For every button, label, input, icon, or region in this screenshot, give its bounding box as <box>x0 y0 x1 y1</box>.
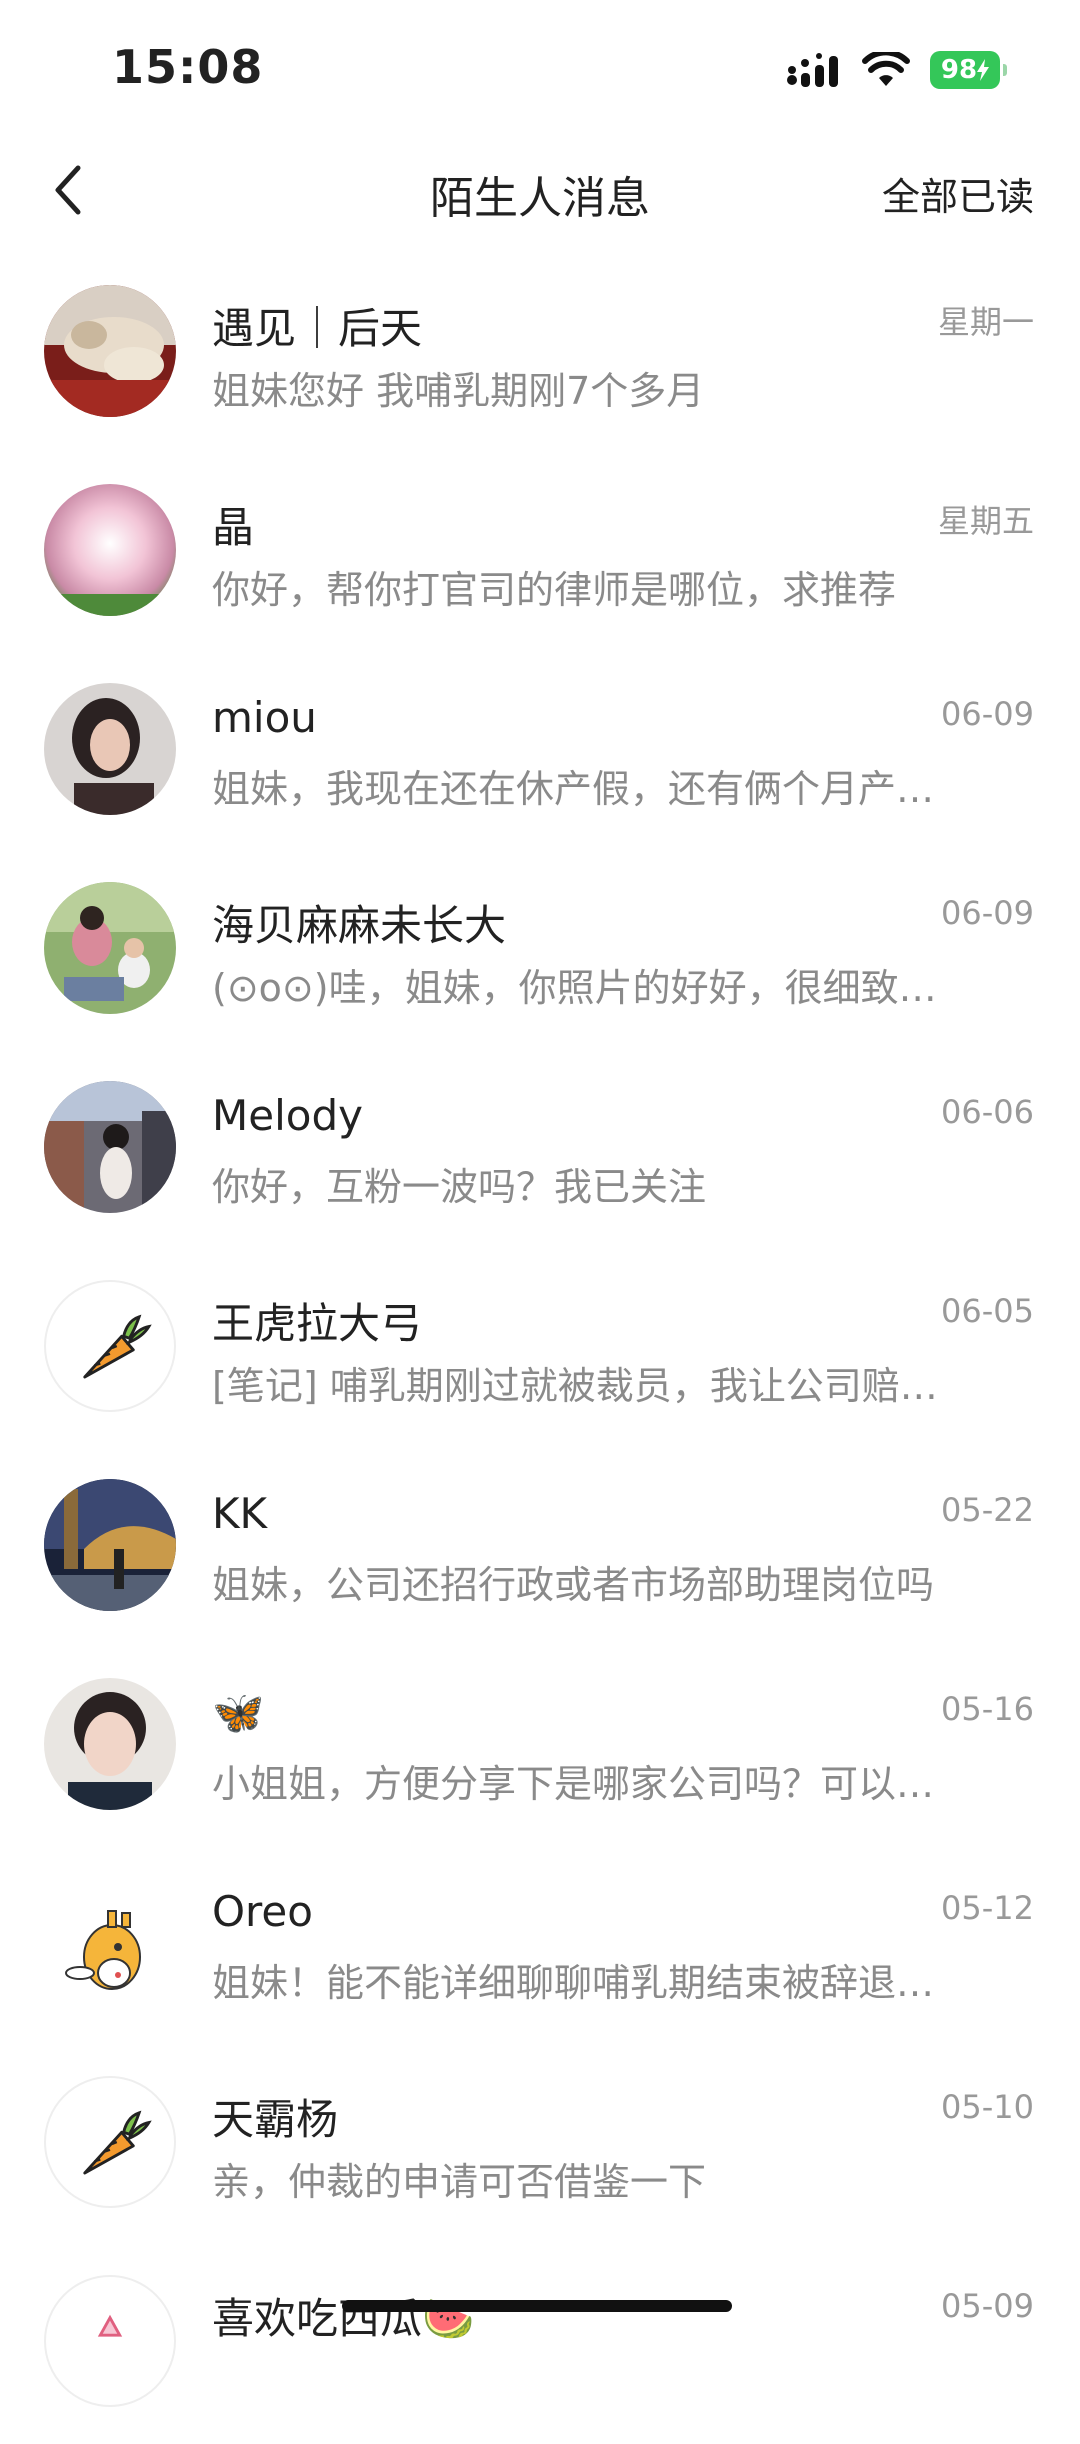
giraffe-icon <box>44 1877 176 2009</box>
avatar[interactable] <box>44 1280 176 1412</box>
message-time: 05-16 <box>941 1690 1034 1728</box>
message-preview: 姐妹您好 我哺乳期刚7个多月 <box>212 369 705 413</box>
sender-name: 晶 <box>212 503 255 552</box>
home-indicator[interactable] <box>342 2300 732 2312</box>
avatar[interactable] <box>44 2076 176 2208</box>
list-item[interactable]: 天霸杨 05-10 亲，仲裁的申请可否借鉴一下 <box>0 2046 1080 2245</box>
battery-indicator: 98 <box>930 51 1007 89</box>
avatar[interactable] <box>44 2275 176 2407</box>
sender-name: miou <box>212 693 317 742</box>
avatar[interactable] <box>44 1479 176 1611</box>
message-time: 星期五 <box>937 502 1034 540</box>
list-item[interactable]: 🦋 05-16 小姐姐，方便分享下是哪家公司吗？可以… <box>0 1648 1080 1847</box>
status-icons: 98 <box>786 50 1007 90</box>
message-time: 06-09 <box>941 695 1034 733</box>
avatar[interactable] <box>44 484 176 616</box>
sender-name: 王虎拉大弓 <box>212 1299 423 1348</box>
message-preview: 小姐姐，方便分享下是哪家公司吗？可以… <box>212 1762 935 1806</box>
list-item[interactable]: 遇见｜后天 星期一 姐妹您好 我哺乳期刚7个多月 <box>0 255 1080 454</box>
message-time: 05-22 <box>941 1491 1034 1529</box>
status-bar: 15:08 98 <box>0 0 1080 130</box>
status-time: 15:08 <box>112 40 264 94</box>
message-time: 星期一 <box>937 303 1034 341</box>
message-preview: 你好，帮你打官司的律师是哪位，求推荐 <box>212 568 897 612</box>
avatar[interactable] <box>44 882 176 1014</box>
nav-bar: 陌生人消息 全部已读 <box>0 130 1080 255</box>
message-preview: 姐妹！能不能详细聊聊哺乳期结束被辞退… <box>212 1961 935 2005</box>
avatar[interactable] <box>44 683 176 815</box>
sender-name: 海贝麻麻未长大 <box>212 901 507 950</box>
avatar[interactable] <box>44 1678 176 1810</box>
sender-name: Melody <box>212 1091 363 1140</box>
cellular-signal-icon <box>787 53 838 87</box>
list-item[interactable]: 海贝麻麻未长大 06-09 (⊙o⊙)哇，姐妹，你照片的好好，很细致… <box>0 852 1080 1051</box>
message-time: 06-09 <box>941 894 1034 932</box>
sender-name: Oreo <box>212 1887 313 1936</box>
message-list: 遇见｜后天 星期一 姐妹您好 我哺乳期刚7个多月 晶 星期五 你好，帮你打官司的… <box>0 255 1080 2444</box>
message-time: 05-10 <box>941 2088 1034 2126</box>
battery-level: 98 <box>940 55 978 85</box>
list-item[interactable]: 王虎拉大弓 06-05 [笔记] 哺乳期刚过就被裁员，我让公司赔… <box>0 1250 1080 1449</box>
message-time: 06-06 <box>941 1093 1034 1131</box>
message-preview: 姐妹，公司还招行政或者市场部助理岗位吗 <box>212 1563 935 1607</box>
message-time: 05-12 <box>941 1889 1034 1927</box>
message-preview: 姐妹，我现在还在休产假，还有俩个月产… <box>212 767 935 811</box>
sender-name: 天霸杨 <box>212 2095 339 2144</box>
avatar[interactable] <box>44 1877 176 2009</box>
mark-all-read-button[interactable]: 全部已读 <box>882 166 1034 221</box>
list-item[interactable]: Oreo 05-12 姐妹！能不能详细聊聊哺乳期结束被辞退… <box>0 1847 1080 2046</box>
message-preview: (⊙o⊙)哇，姐妹，你照片的好好，很细致… <box>212 966 937 1010</box>
message-time: 05-09 <box>941 2287 1034 2325</box>
wifi-icon <box>862 52 910 86</box>
message-preview: 你好，互粉一波吗？我已关注 <box>212 1165 707 1209</box>
list-item[interactable]: KK 05-22 姐妹，公司还招行政或者市场部助理岗位吗 <box>0 1449 1080 1648</box>
message-preview: [笔记] 哺乳期刚过就被裁员，我让公司赔… <box>212 1364 938 1408</box>
list-item[interactable]: Melody 06-06 你好，互粉一波吗？我已关注 <box>0 1051 1080 1250</box>
carrot-icon <box>83 1314 152 1379</box>
sender-name: 遇见｜后天 <box>212 304 423 353</box>
carrot-icon <box>83 2110 152 2175</box>
list-item[interactable]: 晶 星期五 你好，帮你打官司的律师是哪位，求推荐 <box>0 454 1080 653</box>
list-item[interactable]: miou 06-09 姐妹，我现在还在休产假，还有俩个月产… <box>0 653 1080 852</box>
avatar[interactable] <box>44 285 176 417</box>
charging-bolt-icon <box>977 59 990 81</box>
avatar[interactable] <box>44 1081 176 1213</box>
list-item[interactable]: 喜欢吃西瓜🍉 05-09 <box>0 2245 1080 2444</box>
sender-name: 🦋 <box>212 1688 265 1737</box>
sender-name: KK <box>212 1489 268 1538</box>
message-preview: 亲，仲裁的申请可否借鉴一下 <box>212 2160 707 2204</box>
message-time: 06-05 <box>941 1292 1034 1330</box>
